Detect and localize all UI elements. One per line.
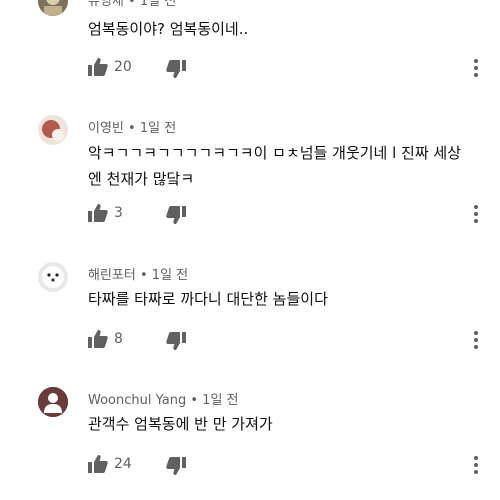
- comment-time: 1일 전: [151, 268, 189, 283]
- thumbs-down-icon: [166, 457, 186, 475]
- author-name[interactable]: Woonchul Yang: [88, 393, 186, 408]
- thumbs-down-icon: [166, 206, 186, 224]
- meta-separator: •: [128, 0, 140, 9]
- more-options-button[interactable]: [470, 330, 482, 350]
- author-name[interactable]: 이영빈: [88, 121, 124, 136]
- thumbs-down-icon: [166, 332, 186, 350]
- like-count: 3: [114, 205, 123, 221]
- comment-meta: 이영빈 • 1일 전: [88, 117, 176, 136]
- dislike-button[interactable]: [166, 332, 186, 350]
- avatar[interactable]: [38, 115, 68, 145]
- avatar[interactable]: [38, 0, 68, 16]
- more-vert-icon: [474, 205, 478, 223]
- comment-text: 타짜를 타짜로 까다니 대단한 놈들이다: [88, 290, 328, 308]
- thumbs-down-icon: [166, 60, 186, 78]
- like-button[interactable]: [88, 330, 108, 348]
- meta-separator: •: [190, 393, 203, 408]
- thumbs-up-icon: [88, 204, 108, 222]
- comment-meta: 해린포터 • 1일 전: [88, 264, 188, 283]
- comment-text: 엄복동이야? 엄복동이네..: [88, 20, 249, 38]
- like-count: 20: [114, 59, 132, 75]
- more-vert-icon: [474, 59, 478, 77]
- comment-meta: Woonchul Yang • 1일 전: [88, 389, 239, 408]
- meta-separator: •: [139, 268, 152, 283]
- dislike-button[interactable]: [166, 457, 186, 475]
- like-button[interactable]: [88, 204, 108, 222]
- comment-text: 관객수 엄복동에 반 만 가져가: [88, 415, 273, 433]
- like-count: 24: [114, 456, 132, 472]
- thumbs-up-icon: [88, 58, 108, 76]
- comment-time: 1일 전: [139, 0, 177, 9]
- thumbs-up-icon: [88, 330, 108, 348]
- thumbs-up-icon: [88, 455, 108, 473]
- author-name[interactable]: 유영재: [88, 0, 124, 9]
- comment-time: 1일 전: [202, 393, 239, 408]
- dislike-button[interactable]: [166, 60, 186, 78]
- more-vert-icon: [474, 456, 478, 474]
- avatar[interactable]: [38, 387, 68, 417]
- more-options-button[interactable]: [470, 204, 482, 224]
- more-options-button[interactable]: [470, 455, 482, 475]
- comment-text: 악ㅋㄱㄱㅋㄱㄱㄱㄱㅋㄱㅋ이 ㅁㅊ넘들 개웃기네 l 진짜 세상엔 천재가 많닼ㅋ: [88, 144, 462, 188]
- more-vert-icon: [474, 331, 478, 349]
- like-button[interactable]: [88, 455, 108, 473]
- comment-time: 1일 전: [139, 121, 177, 136]
- comment-meta: 유영재 • 1일 전: [88, 0, 176, 9]
- more-options-button[interactable]: [470, 58, 482, 78]
- like-button[interactable]: [88, 58, 108, 76]
- author-name[interactable]: 해린포터: [88, 268, 136, 283]
- meta-separator: •: [128, 121, 140, 136]
- dislike-button[interactable]: [166, 206, 186, 224]
- avatar[interactable]: [38, 262, 68, 292]
- like-count: 8: [114, 331, 123, 347]
